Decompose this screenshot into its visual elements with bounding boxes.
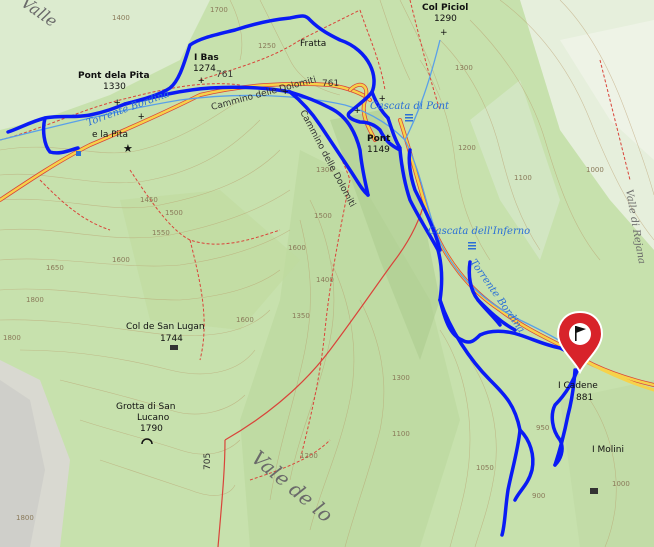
svg-text:1500: 1500: [314, 212, 332, 220]
place-i-bas: I Bas 1274: [193, 53, 219, 74]
peak-marker-icon: +: [440, 28, 448, 38]
peak-marker-icon: +: [114, 97, 120, 109]
svg-text:1274: 1274: [193, 64, 216, 74]
svg-text:1800: 1800: [26, 296, 44, 304]
svg-text:1200: 1200: [300, 452, 318, 460]
svg-text:1550: 1550: [152, 229, 170, 237]
svg-text:1300: 1300: [455, 64, 473, 72]
svg-text:Pont: Pont: [367, 134, 391, 144]
svg-text:1790: 1790: [140, 424, 163, 434]
trail-map[interactable]: 1700 1400 1250 1450 1550 1500 1600 1650 …: [0, 0, 654, 547]
place-pont: Pont 1149: [367, 134, 391, 155]
hut-icon: [170, 345, 178, 350]
svg-text:1450: 1450: [140, 196, 158, 204]
svg-text:1149: 1149: [367, 145, 390, 155]
svg-text:Pont dela Pita: Pont dela Pita: [78, 71, 150, 81]
svg-text:Col de San Lugan: Col de San Lugan: [126, 322, 205, 332]
place-pita-area: e la Pita: [92, 130, 128, 140]
svg-text:705: 705: [203, 453, 213, 470]
svg-text:900: 900: [532, 492, 545, 500]
waterfall-icon: [468, 242, 476, 250]
peak-marker-icon: +: [379, 93, 385, 105]
svg-text:1500: 1500: [165, 209, 183, 217]
place-i-molini: I Molini: [592, 445, 624, 455]
svg-text:950: 950: [536, 424, 549, 432]
svg-text:I Bas: I Bas: [194, 53, 219, 63]
svg-text:1000: 1000: [586, 166, 604, 174]
svg-text:1200: 1200: [458, 144, 476, 152]
svg-text:1700: 1700: [210, 6, 228, 14]
peak-marker-icon: +: [198, 75, 204, 87]
svg-text:1350: 1350: [292, 312, 310, 320]
svg-text:761: 761: [322, 79, 339, 89]
peak-marker-icon: +: [282, 86, 288, 98]
place-fratta: Fratta: [300, 39, 326, 49]
peak-marker-icon: +: [354, 105, 360, 117]
svg-text:1800: 1800: [3, 334, 21, 342]
svg-text:1600: 1600: [112, 256, 130, 264]
svg-text:1050: 1050: [476, 464, 494, 472]
svg-text:Grotta di San: Grotta di San: [116, 402, 175, 412]
svg-text:1250: 1250: [258, 42, 276, 50]
svg-text:Col Piciol: Col Piciol: [422, 3, 468, 13]
waterfall-icon: [405, 114, 413, 122]
svg-text:1400: 1400: [316, 276, 334, 284]
svg-text:I Cadene: I Cadene: [558, 381, 598, 391]
peak-marker-icon: +: [138, 111, 144, 123]
svg-text:1650: 1650: [46, 264, 64, 272]
building-icon: [590, 488, 598, 494]
svg-text:1100: 1100: [514, 174, 532, 182]
svg-text:1400: 1400: [112, 14, 130, 22]
svg-text:1800: 1800: [16, 514, 34, 522]
svg-text:Lucano: Lucano: [137, 413, 170, 423]
svg-text:1330: 1330: [103, 82, 126, 92]
svg-text:1600: 1600: [236, 316, 254, 324]
svg-text:1600: 1600: [288, 244, 306, 252]
svg-text:Cascata dell'Inferno: Cascata dell'Inferno: [428, 226, 530, 237]
water-point-icon: [76, 151, 81, 156]
svg-text:1300: 1300: [392, 374, 410, 382]
svg-text:1290: 1290: [434, 14, 457, 24]
svg-text:1100: 1100: [392, 430, 410, 438]
svg-text:1000: 1000: [612, 480, 630, 488]
pin-inner: [569, 323, 591, 345]
svg-text:761: 761: [216, 70, 233, 80]
star-icon: ★: [123, 143, 133, 155]
svg-text:1744: 1744: [160, 334, 183, 344]
svg-text:881: 881: [576, 393, 593, 403]
